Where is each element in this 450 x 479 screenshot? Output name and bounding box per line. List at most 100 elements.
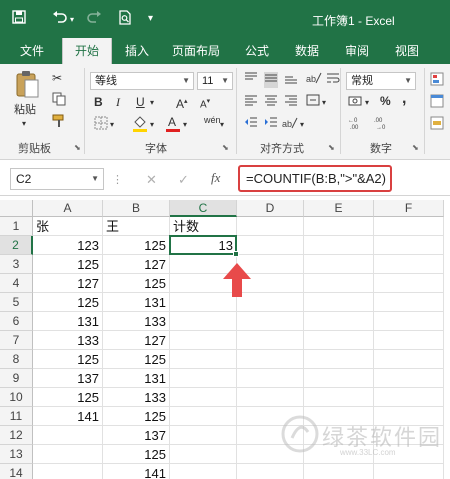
cell-a11[interactable]: 141 bbox=[33, 407, 103, 426]
cell-d14[interactable] bbox=[237, 464, 304, 479]
cell-d9[interactable] bbox=[237, 369, 304, 388]
format-as-table-icon[interactable] bbox=[430, 94, 444, 112]
cell-c7[interactable] bbox=[170, 331, 237, 350]
cell-a5[interactable]: 125 bbox=[33, 293, 103, 312]
cell-c14[interactable] bbox=[170, 464, 237, 479]
cut-icon[interactable]: ✂ bbox=[52, 70, 62, 86]
font-size-select[interactable]: 11 ▼ bbox=[197, 72, 233, 90]
align-middle-icon[interactable] bbox=[264, 72, 278, 88]
customize-quick-access-icon[interactable]: ▾ bbox=[148, 13, 153, 24]
decrease-decimal-icon[interactable]: .00 →0 bbox=[374, 116, 394, 134]
cell-b8[interactable]: 125 bbox=[103, 350, 170, 369]
cell-e1[interactable] bbox=[304, 217, 374, 236]
cell-c6[interactable] bbox=[170, 312, 237, 331]
cell-c2[interactable]: 13 bbox=[170, 236, 237, 255]
insert-function-icon[interactable]: fx bbox=[211, 170, 220, 186]
cell-a1[interactable]: 张 bbox=[33, 217, 103, 236]
font-name-select[interactable]: 等线 ▼ bbox=[90, 72, 194, 90]
cell-b11[interactable]: 125 bbox=[103, 407, 170, 426]
cell-e4[interactable] bbox=[304, 274, 374, 293]
select-all-button[interactable] bbox=[0, 200, 33, 217]
row-header[interactable]: 3 bbox=[0, 255, 33, 274]
increase-indent-icon[interactable] bbox=[264, 116, 278, 132]
underline-icon[interactable]: U bbox=[136, 94, 145, 110]
cell-b5[interactable]: 131 bbox=[103, 293, 170, 312]
tab-page-layout[interactable]: 页面布局 bbox=[164, 38, 228, 64]
row-header[interactable]: 2 bbox=[0, 236, 33, 255]
cell-d8[interactable] bbox=[237, 350, 304, 369]
row-header[interactable]: 9 bbox=[0, 369, 33, 388]
font-color-dropdown-icon[interactable]: ▾ bbox=[183, 117, 187, 133]
tab-formulas[interactable]: 公式 bbox=[236, 38, 278, 64]
align-top-icon[interactable] bbox=[244, 72, 258, 88]
cell-a12[interactable] bbox=[33, 426, 103, 445]
cell-d2[interactable] bbox=[237, 236, 304, 255]
orientation-dropdown-icon[interactable]: ▾ bbox=[300, 117, 304, 133]
column-header-f[interactable]: F bbox=[374, 200, 444, 217]
clipboard-launcher-icon[interactable]: ⬊ bbox=[74, 143, 81, 152]
column-header-e[interactable]: E bbox=[304, 200, 374, 217]
tab-file[interactable]: 文件 bbox=[12, 38, 52, 64]
number-format-select[interactable]: 常规 ▼ bbox=[346, 72, 416, 90]
cell-f3[interactable] bbox=[374, 255, 444, 274]
alignment-launcher-icon[interactable]: ⬊ bbox=[328, 143, 335, 152]
cell-a2[interactable]: 123 bbox=[33, 236, 103, 255]
accounting-format-icon[interactable] bbox=[348, 94, 364, 112]
cell-a7[interactable]: 133 bbox=[33, 331, 103, 350]
row-header[interactable]: 12 bbox=[0, 426, 33, 445]
tab-insert[interactable]: 插入 bbox=[116, 38, 158, 64]
name-box[interactable]: C2 ▼ bbox=[10, 168, 104, 190]
cell-e8[interactable] bbox=[304, 350, 374, 369]
cell-d1[interactable] bbox=[237, 217, 304, 236]
wrap-text-icon[interactable] bbox=[326, 71, 340, 89]
copy-icon[interactable] bbox=[52, 92, 66, 110]
cell-e6[interactable] bbox=[304, 312, 374, 331]
cell-b13[interactable]: 125 bbox=[103, 445, 170, 464]
fill-color-dropdown-icon[interactable]: ▾ bbox=[150, 117, 154, 133]
cell-c9[interactable] bbox=[170, 369, 237, 388]
decrease-indent-icon[interactable] bbox=[244, 116, 258, 132]
row-header[interactable]: 10 bbox=[0, 388, 33, 407]
borders-icon[interactable] bbox=[94, 116, 108, 134]
cell-b9[interactable]: 131 bbox=[103, 369, 170, 388]
cell-e5[interactable] bbox=[304, 293, 374, 312]
cell-c10[interactable] bbox=[170, 388, 237, 407]
increase-font-icon[interactable]: A▴ bbox=[176, 94, 188, 112]
cell-a6[interactable]: 131 bbox=[33, 312, 103, 331]
accounting-dropdown-icon[interactable]: ▾ bbox=[365, 95, 369, 111]
row-header[interactable]: 13 bbox=[0, 445, 33, 464]
increase-decimal-icon[interactable]: ←0.00 bbox=[348, 116, 368, 134]
conditional-formatting-icon[interactable] bbox=[430, 72, 444, 90]
cell-a4[interactable]: 127 bbox=[33, 274, 103, 293]
cell-b2[interactable]: 125 bbox=[103, 236, 170, 255]
cell-a8[interactable]: 125 bbox=[33, 350, 103, 369]
paste-icon[interactable] bbox=[14, 70, 40, 104]
row-header[interactable]: 4 bbox=[0, 274, 33, 293]
cell-e3[interactable] bbox=[304, 255, 374, 274]
cell-a3[interactable]: 125 bbox=[33, 255, 103, 274]
fill-color-icon[interactable] bbox=[132, 114, 148, 136]
fill-handle[interactable] bbox=[233, 251, 239, 257]
cell-c13[interactable] bbox=[170, 445, 237, 464]
cell-b7[interactable]: 127 bbox=[103, 331, 170, 350]
print-preview-icon[interactable] bbox=[118, 10, 132, 29]
cell-b1[interactable]: 王 bbox=[103, 217, 170, 236]
tab-view[interactable]: 视图 bbox=[386, 38, 428, 64]
cell-b14[interactable]: 141 bbox=[103, 464, 170, 479]
align-left-icon[interactable] bbox=[244, 94, 258, 110]
cell-e7[interactable] bbox=[304, 331, 374, 350]
cell-e2[interactable] bbox=[304, 236, 374, 255]
column-header-b[interactable]: B bbox=[103, 200, 170, 217]
align-bottom-icon[interactable] bbox=[284, 72, 298, 88]
column-header-d[interactable]: D bbox=[237, 200, 304, 217]
paste-dropdown-icon[interactable]: ▾ bbox=[22, 116, 26, 132]
merge-center-icon[interactable] bbox=[306, 94, 320, 110]
phonetic-dropdown-icon[interactable]: ▾ bbox=[220, 117, 224, 133]
cell-f10[interactable] bbox=[374, 388, 444, 407]
cell-f1[interactable] bbox=[374, 217, 444, 236]
save-icon[interactable] bbox=[12, 10, 26, 28]
cell-f4[interactable] bbox=[374, 274, 444, 293]
format-painter-icon[interactable] bbox=[52, 114, 66, 132]
cell-f6[interactable] bbox=[374, 312, 444, 331]
column-header-a[interactable]: A bbox=[33, 200, 103, 217]
